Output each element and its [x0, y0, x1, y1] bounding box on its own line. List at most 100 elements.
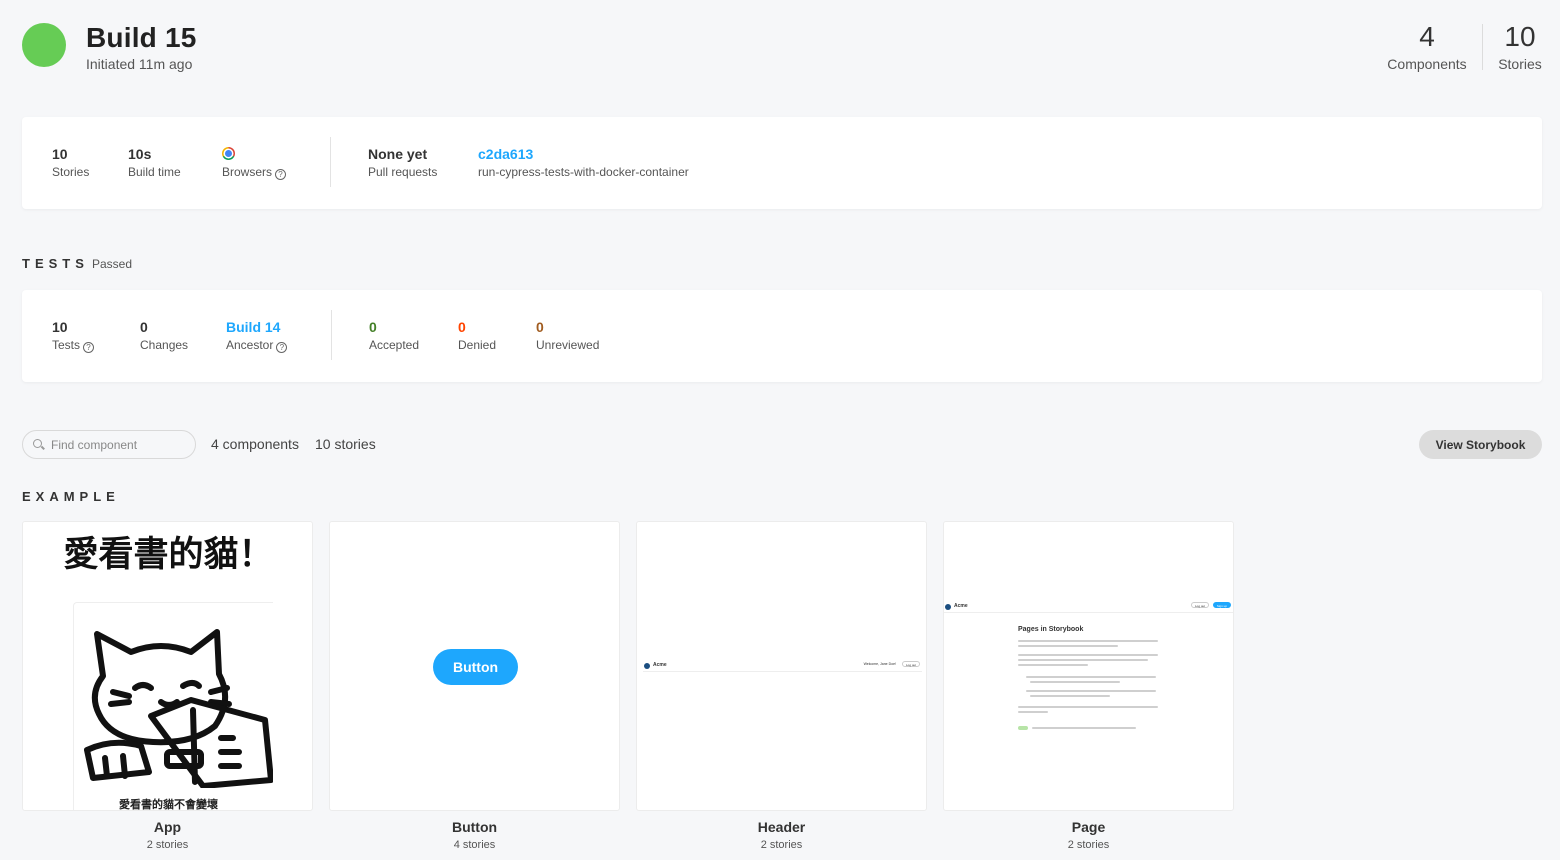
page-preview-text-line: [1018, 654, 1158, 656]
button-preview: Button: [433, 649, 518, 685]
summary-divider: [330, 137, 331, 187]
pull-requests-label: Pull requests: [368, 165, 438, 179]
build-initiated-time: Initiated 11m ago: [86, 56, 193, 72]
acme-logo-icon: [945, 604, 951, 610]
ancestor-label: Ancestor: [226, 338, 274, 352]
build-status-indicator: [22, 23, 66, 67]
summary-pull-requests: None yet Pull requests: [368, 145, 437, 179]
header-preview-welcome: Welcome, Jane Doe!: [863, 662, 896, 666]
tests-accepted: 0 Accepted: [369, 318, 419, 352]
page-preview-logout: Log out: [1190, 602, 1209, 608]
build-title: Build 15: [86, 22, 197, 53]
stories-count: 10: [1504, 21, 1536, 52]
accepted-value: 0: [369, 319, 377, 335]
stories-label: Stories: [1498, 56, 1542, 72]
page-preview-signup: Sign up: [1212, 602, 1231, 608]
tests-summary-card: 10 Tests? 0 Changes Build 14 Ancestor? 0…: [22, 290, 1542, 382]
page-preview-text-line: [1030, 695, 1110, 697]
page-preview-text-line: [1032, 727, 1136, 729]
component-tile-page[interactable]: Acme Log out Sign up Pages in Storybook: [943, 521, 1234, 811]
components-count: 4: [1419, 21, 1435, 52]
page-preview-text-line: [1026, 690, 1156, 692]
search-input[interactable]: [51, 436, 191, 454]
changes-value: 0: [140, 319, 148, 335]
component-name-page[interactable]: Page: [943, 819, 1234, 835]
header-preview-brand: Acme: [653, 662, 667, 668]
summary-stories-label: Stories: [52, 165, 90, 179]
help-icon[interactable]: ?: [276, 342, 288, 353]
page-preview-text-line: [1018, 711, 1048, 713]
component-name-app[interactable]: App: [22, 819, 313, 835]
chrome-icon: [222, 147, 235, 160]
app-preview-caption: 愛看書的貓不會變壞: [119, 798, 218, 811]
header-stories-stat: 10 Stories: [1494, 21, 1546, 73]
header-preview-logout: Log out: [901, 661, 920, 667]
component-stories-header: 2 stories: [760, 839, 803, 851]
component-tile-button[interactable]: Button: [329, 521, 620, 811]
page-preview-text-line: [1018, 645, 1118, 647]
page-preview-brand: Acme: [954, 603, 968, 609]
changes-label: Changes: [140, 338, 189, 352]
denied-label: Denied: [458, 338, 497, 352]
help-icon[interactable]: ?: [275, 169, 287, 180]
tests-status: Passed: [92, 257, 133, 271]
page-preview-text-line: [1026, 676, 1156, 678]
example-section-title: EXAMPLE: [22, 489, 120, 504]
search-icon: [33, 439, 42, 448]
app-preview-heading: 愛看書的貓！: [63, 535, 274, 575]
page-preview-text-line: [1018, 640, 1158, 642]
component-stories-app: 2 stories: [146, 839, 189, 851]
browsers-label: Browsers: [222, 165, 273, 179]
page-preview-text-line: [1030, 681, 1120, 683]
page-preview-text-line: [1018, 706, 1158, 708]
build-summary-card: 10 Stories 10s Build time Browsers? None…: [22, 117, 1542, 209]
component-stories-page: 2 stories: [1067, 839, 1110, 851]
summary-stories-value: 10: [52, 146, 68, 162]
denied-value: 0: [458, 319, 466, 335]
help-icon[interactable]: ?: [83, 342, 95, 353]
page-preview-text-line: [1018, 659, 1148, 661]
view-storybook-button[interactable]: View Storybook: [1419, 430, 1542, 459]
page-preview-text-line: [1018, 664, 1088, 666]
stories-count-text: 10 stories: [315, 436, 376, 452]
unreviewed-label: Unreviewed: [536, 338, 600, 352]
summary-build-time: 10s Build time: [128, 145, 181, 179]
header-components-stat: 4 Components: [1384, 21, 1470, 73]
accepted-label: Accepted: [369, 338, 420, 352]
cat-reading-illustration: [84, 629, 273, 788]
summary-stories: 10 Stories: [52, 145, 89, 179]
tests-unreviewed: 0 Unreviewed: [536, 318, 599, 352]
header-divider: [1482, 24, 1483, 70]
component-search[interactable]: [22, 430, 196, 459]
tests-value: 10: [52, 319, 68, 335]
component-tile-header[interactable]: Acme Log out Welcome, Jane Doe!: [636, 521, 927, 811]
component-name-button[interactable]: Button: [329, 819, 620, 835]
branch-label: run-cypress-tests-with-docker-container: [478, 165, 689, 179]
page-preview-header: Acme Log out Sign up: [944, 601, 1233, 613]
tests-ancestor: Build 14 Ancestor?: [226, 318, 288, 353]
summary-commit: c2da613 run-cypress-tests-with-docker-co…: [478, 145, 689, 179]
component-name-header[interactable]: Header: [636, 819, 927, 835]
ancestor-build-link[interactable]: Build 14: [226, 318, 287, 336]
tests-section-title: TESTS: [22, 256, 89, 271]
build-time-value: 10s: [128, 146, 152, 162]
build-header: Build 15 Initiated 11m ago 4 Components …: [22, 22, 1542, 82]
components-count-text: 4 components: [211, 436, 299, 452]
pull-requests-value: None yet: [368, 146, 428, 162]
tests-label: Tests: [52, 338, 81, 352]
build-time-label: Build time: [128, 165, 181, 179]
page-preview-tip-badge: [1018, 726, 1028, 730]
acme-logo-icon: [644, 663, 650, 669]
tests-divider: [331, 310, 332, 360]
unreviewed-value: 0: [536, 319, 544, 335]
tests-denied: 0 Denied: [458, 318, 496, 352]
page-preview-title: Pages in Storybook: [1018, 626, 1084, 633]
commit-link[interactable]: c2da613: [478, 145, 689, 163]
component-tile-app[interactable]: 愛看書的貓！ 愛看書的貓不會變壞: [22, 521, 313, 811]
component-stories-button: 4 stories: [453, 839, 496, 851]
components-label: Components: [1387, 56, 1467, 72]
summary-browsers[interactable]: Browsers?: [222, 145, 287, 180]
tests-changes: 0 Changes: [140, 318, 188, 352]
tests-count: 10 Tests?: [52, 318, 95, 353]
header-preview: Acme Log out Welcome, Jane Doe!: [643, 660, 922, 672]
